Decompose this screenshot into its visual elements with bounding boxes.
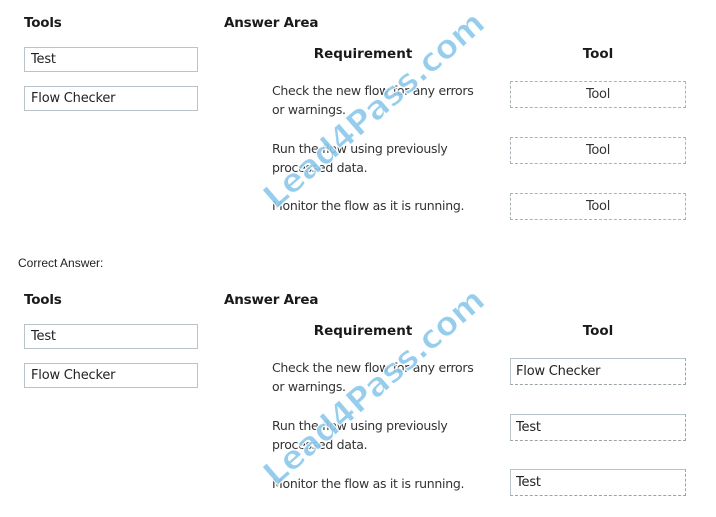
answer-area-heading: Answer Area <box>224 15 319 31</box>
tool-option-flow-checker[interactable]: Flow Checker <box>24 363 198 388</box>
requirement-row-2: Run the flow using previously processed … <box>272 141 448 175</box>
tools-heading: Tools <box>24 292 62 308</box>
requirement-row-3: Monitor the flow as it is running. <box>272 198 465 213</box>
requirement-row-1: Check the new flow for any errors or war… <box>272 83 474 117</box>
requirement-row-2: Run the flow using previously processed … <box>272 418 448 452</box>
tool-option-test[interactable]: Test <box>24 47 198 72</box>
tool-column-header: Tool <box>582 46 614 62</box>
tool-column-header: Tool <box>582 323 614 339</box>
tool-option-test[interactable]: Test <box>24 324 198 349</box>
requirement-row-1: Check the new flow for any errors or war… <box>272 360 474 394</box>
tools-heading: Tools <box>24 15 62 31</box>
requirement-column-header: Requirement <box>313 323 413 339</box>
correct-answer-label: Correct Answer: <box>18 256 104 270</box>
answer-slot-3[interactable]: Test <box>510 469 686 496</box>
answer-slot-2[interactable]: Test <box>510 414 686 441</box>
answer-slot-3[interactable]: Tool <box>510 193 686 220</box>
requirement-row-3: Monitor the flow as it is running. <box>272 476 465 491</box>
answer-slot-1[interactable]: Tool <box>510 81 686 108</box>
answer-slot-2[interactable]: Tool <box>510 137 686 164</box>
answer-area-heading: Answer Area <box>224 292 319 308</box>
answer-slot-1[interactable]: Flow Checker <box>510 358 686 385</box>
requirement-column-header: Requirement <box>313 46 413 62</box>
tool-option-flow-checker[interactable]: Flow Checker <box>24 86 198 111</box>
